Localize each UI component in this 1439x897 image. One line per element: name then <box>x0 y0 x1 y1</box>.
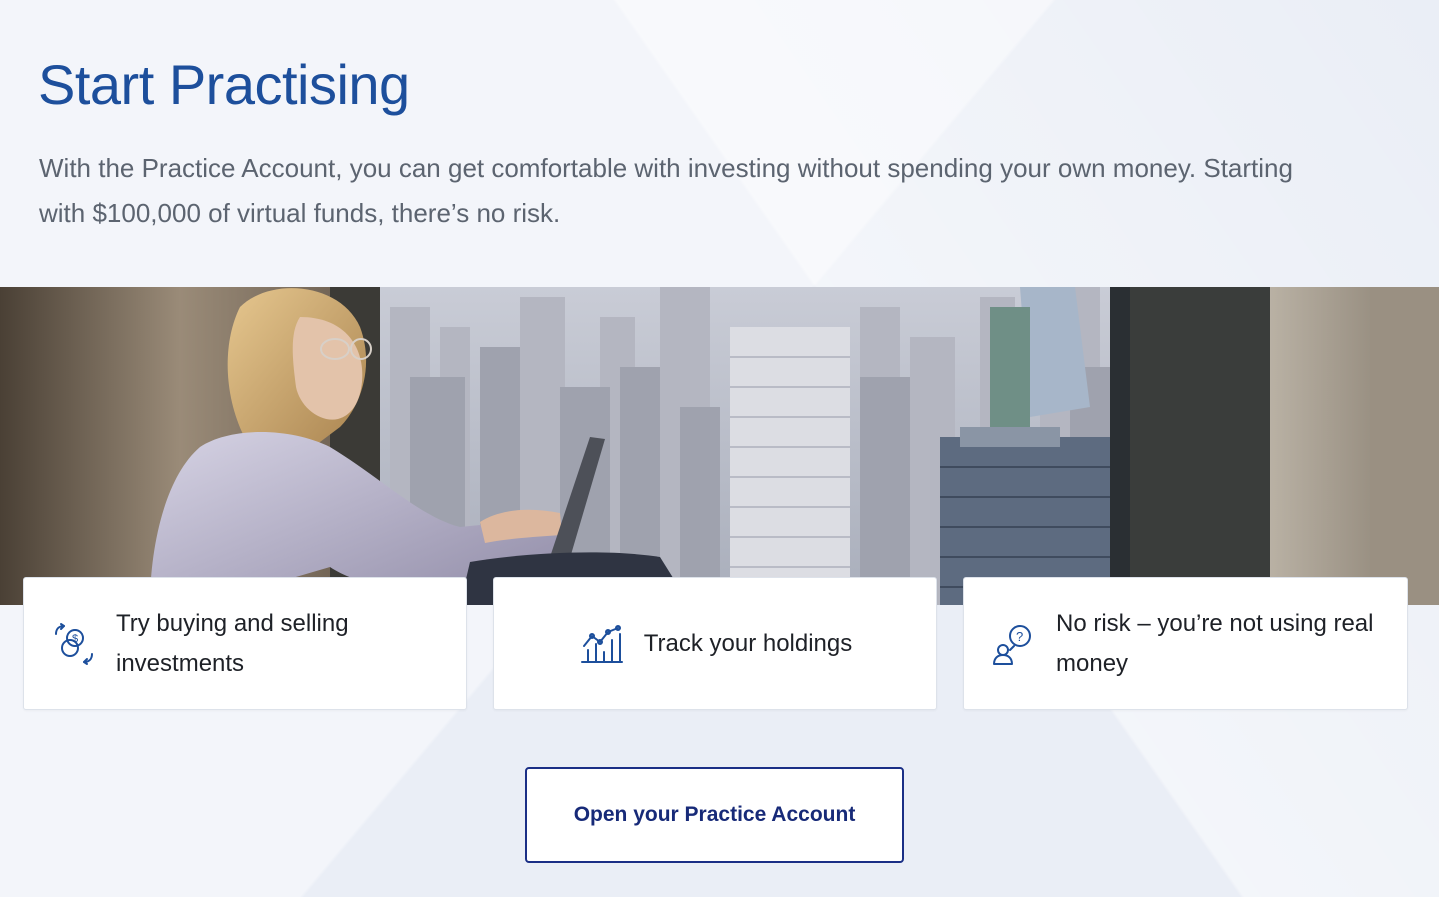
page-description: With the Practice Account, you can get c… <box>39 153 1293 228</box>
svg-text:$: $ <box>72 633 78 645</box>
exchange-currency-icon: $ <box>55 622 93 665</box>
feature-label: No risk – you’re not using real money <box>1056 609 1374 677</box>
feature-label: Track your holdings <box>643 629 853 657</box>
growth-chart-icon <box>580 624 623 663</box>
open-practice-account-button[interactable]: Open your Practice Account <box>525 767 904 863</box>
feature-card-no-risk: ? No risk – you’re not using real money <box>963 577 1408 710</box>
svg-text:?: ? <box>1016 629 1023 644</box>
feature-card-track: Track your holdings <box>493 577 937 710</box>
feature-card-trade: $ Try buying and selling investments <box>23 577 467 710</box>
feature-label: Try buying and selling investments <box>116 609 349 677</box>
hero-image <box>0 287 1439 605</box>
page-title: Start Practising <box>38 53 410 116</box>
person-question-icon: ? <box>993 624 1031 665</box>
